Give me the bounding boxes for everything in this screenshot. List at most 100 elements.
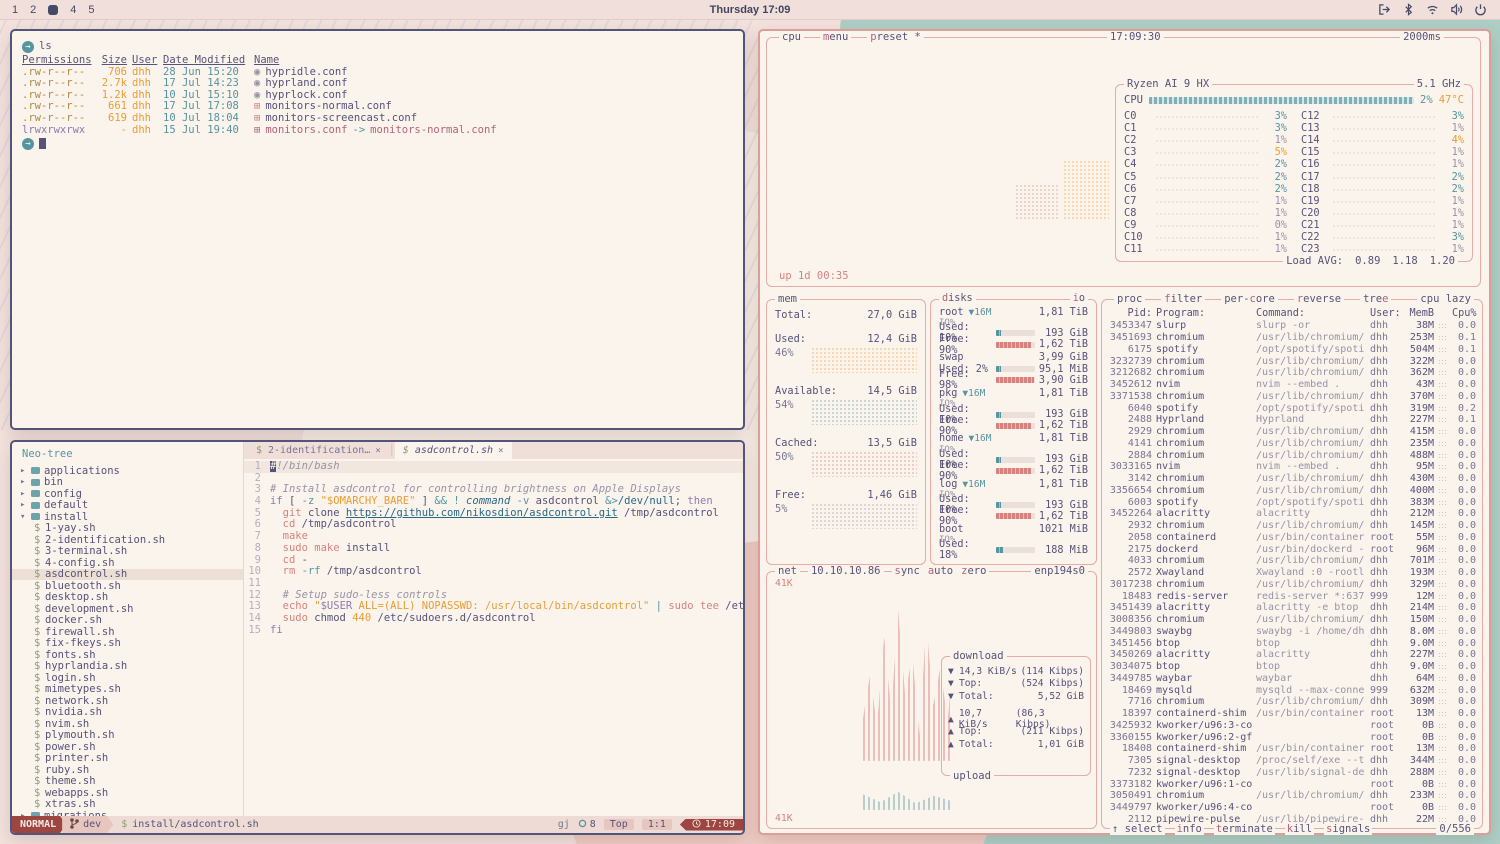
tree-item-3-terminal.sh[interactable]: $3-terminal.sh	[20, 546, 243, 558]
tree-item-webapps.sh[interactable]: $webapps.sh	[20, 787, 243, 799]
tree-item-power.sh[interactable]: $power.sh	[20, 741, 243, 753]
proc-row-6003[interactable]: 6003spotify/opt/spotify/spotidhh383M0.0	[1108, 496, 1476, 508]
proc-row-2932[interactable]: 2932chromium/usr/lib/chromium/dhh145M0.0	[1108, 520, 1476, 532]
tree-item-login.sh[interactable]: $login.sh	[20, 672, 243, 684]
tree-item-fix-fkeys.sh[interactable]: $fix-fkeys.sh	[20, 638, 243, 650]
proc-row-3212682[interactable]: 3212682chromium/usr/lib/chromium/dhh362M…	[1108, 367, 1476, 379]
bluetooth-icon[interactable]	[1402, 3, 1416, 17]
proc-tab-2[interactable]: per-core	[1221, 293, 1278, 305]
tree-item-mimetypes.sh[interactable]: $mimetypes.sh	[20, 684, 243, 696]
proc-row-3034075[interactable]: 3034075btopbtopdhh9.0M0.0	[1108, 661, 1476, 673]
tree-item-ruby.sh[interactable]: $ruby.sh	[20, 764, 243, 776]
proc-row-3452264[interactable]: 3452264alacrittyalacrittydhh212M0.0	[1108, 508, 1476, 520]
proc-row-3451693[interactable]: 3451693chromium/usr/lib/chromium/dhh253M…	[1108, 332, 1476, 344]
proc-row-3232739[interactable]: 3232739chromium/usr/lib/chromium/dhh322M…	[1108, 355, 1476, 367]
proc-row-7232[interactable]: 7232signal-desktop/usr/lib/signal-dedhh2…	[1108, 767, 1476, 779]
proc-tab-3[interactable]: reverse	[1294, 293, 1344, 305]
net-option-2[interactable]: zero	[961, 565, 986, 577]
workspace-3[interactable]	[48, 5, 58, 15]
update-interval[interactable]: 2000ms	[1400, 31, 1444, 43]
proc-row-3451439[interactable]: 3451439alacrittyalacritty -e btopdhh214M…	[1108, 602, 1476, 614]
proc-row-4141[interactable]: 4141chromium/usr/lib/chromium/dhh235M0.0	[1108, 438, 1476, 450]
proc-option-1[interactable]: info	[1175, 823, 1204, 835]
tree-item-2-identification.sh[interactable]: $2-identification.sh	[20, 534, 243, 546]
proc-row-3356654[interactable]: 3356654chromium/usr/lib/chromium/dhh400M…	[1108, 485, 1476, 497]
proc-option-2[interactable]: terminate	[1214, 823, 1275, 835]
tree-item-default[interactable]: ▸default	[20, 500, 243, 512]
tree-item-bluetooth.sh[interactable]: $bluetooth.sh	[20, 580, 243, 592]
net-title[interactable]: net	[775, 565, 800, 577]
proc-option-3[interactable]: kill	[1285, 823, 1314, 835]
proc-option-0[interactable]: ↑ select	[1110, 823, 1165, 835]
proc-row-3449785[interactable]: 3449785waybarwaybardhh64M0.0	[1108, 673, 1476, 685]
tab-close-icon[interactable]: ×	[375, 446, 380, 456]
tree-item-config[interactable]: ▸config	[20, 488, 243, 500]
terminal-ls-window[interactable]: → ls PermissionsSizeUserDate ModifiedNam…	[10, 29, 745, 430]
tree-item-plymouth.sh[interactable]: $plymouth.sh	[20, 730, 243, 742]
proc-row-3142[interactable]: 3142chromium/usr/lib/chromium/dhh430M0.0	[1108, 473, 1476, 485]
proc-tab-1[interactable]: filter	[1161, 293, 1205, 305]
tree-item-firewall.sh[interactable]: $firewall.sh	[20, 626, 243, 638]
proc-row-18397[interactable]: 18397containerd-shim/usr/bin/containerro…	[1108, 708, 1476, 720]
editor-tab-2-identification…[interactable]: $2-identification…×	[248, 442, 389, 459]
proc-sort[interactable]: cpu lazy	[1417, 293, 1474, 305]
editor-tab-asdcontrol.sh[interactable]: $asdcontrol.sh×	[395, 442, 512, 459]
workspace-5[interactable]: 5	[88, 4, 94, 16]
tree-item-asdcontrol.sh[interactable]: $asdcontrol.sh	[12, 569, 243, 581]
proc-row-3449803[interactable]: 3449803swaybgswaybg -i /home/dhdhh8.0M0.…	[1108, 626, 1476, 638]
mem-title[interactable]: mem	[775, 293, 800, 305]
proc-row-3453347[interactable]: 3453347slurpslurp -ordhh38M0.0	[1108, 320, 1476, 332]
tree-item-4-config.sh[interactable]: $4-config.sh	[20, 557, 243, 569]
disks-title[interactable]: disks	[939, 293, 976, 304]
btop-tab-1[interactable]: menu	[820, 31, 851, 43]
proc-row-2175[interactable]: 2175dockerd/usr/bin/dockerd -root96M0.0	[1108, 543, 1476, 555]
tree-item-applications[interactable]: ▸applications	[20, 465, 243, 477]
btop-window[interactable]: cpumenupreset * 17:09:30 2000ms Ryzen AI…	[758, 29, 1491, 835]
tree-item-xtras.sh[interactable]: $xtras.sh	[20, 799, 243, 811]
tree-item-docker.sh[interactable]: $docker.sh	[20, 615, 243, 627]
proc-row-3371538[interactable]: 3371538chromium/usr/lib/chromium/dhh370M…	[1108, 391, 1476, 403]
tree-item-fonts.sh[interactable]: $fonts.sh	[20, 649, 243, 661]
net-option-1[interactable]: auto	[928, 565, 953, 577]
proc-row-3033165[interactable]: 3033165nvimnvim --embed .dhh95M0.0	[1108, 461, 1476, 473]
tree-item-printer.sh[interactable]: $printer.sh	[20, 753, 243, 765]
btop-tab-2[interactable]: preset *	[867, 31, 924, 43]
logout-icon[interactable]	[1378, 3, 1392, 17]
proc-row-2929[interactable]: 2929chromium/usr/lib/chromium/dhh415M0.0	[1108, 426, 1476, 438]
code-buffer[interactable]: 1#!/bin/bash23# Install asdcontrol for c…	[244, 459, 743, 816]
tree-item-nvidia.sh[interactable]: $nvidia.sh	[20, 707, 243, 719]
proc-row-18408[interactable]: 18408containerd-shim/usr/bin/containerro…	[1108, 743, 1476, 755]
tree-item-1-yay.sh[interactable]: $1-yay.sh	[20, 523, 243, 535]
proc-row-6175[interactable]: 6175spotify/opt/spotify/spotidhh504M0.1	[1108, 344, 1476, 356]
proc-row-3450269[interactable]: 3450269alacrittyalacrittydhh227M0.0	[1108, 649, 1476, 661]
proc-row-2884[interactable]: 2884chromium/usr/lib/chromium/dhh488M0.0	[1108, 449, 1476, 461]
proc-row-3451456[interactable]: 3451456btopbtopdhh9.0M0.0	[1108, 637, 1476, 649]
proc-row-3008356[interactable]: 3008356chromium/usr/lib/chromium/dhh150M…	[1108, 614, 1476, 626]
proc-row-18483[interactable]: 18483redis-serverredis-server *:63799912…	[1108, 590, 1476, 602]
proc-option-4[interactable]: signals	[1324, 823, 1372, 835]
proc-row-7716[interactable]: 7716chromium/usr/lib/chromium/dhh309M0.0	[1108, 696, 1476, 708]
volume-icon[interactable]	[1450, 3, 1464, 17]
proc-row-3449797[interactable]: 3449797kworker/u96:4-coroot0B0.0	[1108, 802, 1476, 814]
proc-row-3452612[interactable]: 3452612nvimnvim --embed .dhh43M0.0	[1108, 379, 1476, 391]
tree-item-bin[interactable]: ▸bin	[20, 477, 243, 489]
proc-row-18469[interactable]: 18469mysqldmysqld --max-conne999632M0.0	[1108, 684, 1476, 696]
io-title[interactable]: io	[1070, 293, 1088, 304]
workspace-4[interactable]: 4	[70, 4, 76, 16]
proc-row-7305[interactable]: 7305signal-desktop/proc/self/exe --tdhh3…	[1108, 755, 1476, 767]
proc-row-2058[interactable]: 2058containerd/usr/bin/containerroot55M0…	[1108, 532, 1476, 544]
tree-item-network.sh[interactable]: $network.sh	[20, 695, 243, 707]
proc-row-4033[interactable]: 4033chromium/usr/lib/chromium/dhh701M0.0	[1108, 555, 1476, 567]
tree-item-desktop.sh[interactable]: $desktop.sh	[20, 592, 243, 604]
power-icon[interactable]	[1474, 3, 1488, 17]
tab-close-icon[interactable]: ×	[498, 446, 503, 456]
proc-row-2572[interactable]: 2572XwaylandXwayland :0 -rootldhh193M0.0	[1108, 567, 1476, 579]
proc-tab-0[interactable]: proc	[1114, 293, 1145, 305]
tree-item-nvim.sh[interactable]: $nvim.sh	[20, 718, 243, 730]
tree-item-hyprlandia.sh[interactable]: $hyprlandia.sh	[20, 661, 243, 673]
proc-row-3373182[interactable]: 3373182kworker/u96:1-coroot0B0.0	[1108, 778, 1476, 790]
proc-tab-4[interactable]: tree	[1360, 293, 1391, 305]
btop-tab-0[interactable]: cpu	[779, 31, 804, 43]
proc-row-3425932[interactable]: 3425932kworker/u96:3-coroot0B0.0	[1108, 720, 1476, 732]
proc-row-6040[interactable]: 6040spotify/opt/spotify/spotidhh319M0.2	[1108, 402, 1476, 414]
